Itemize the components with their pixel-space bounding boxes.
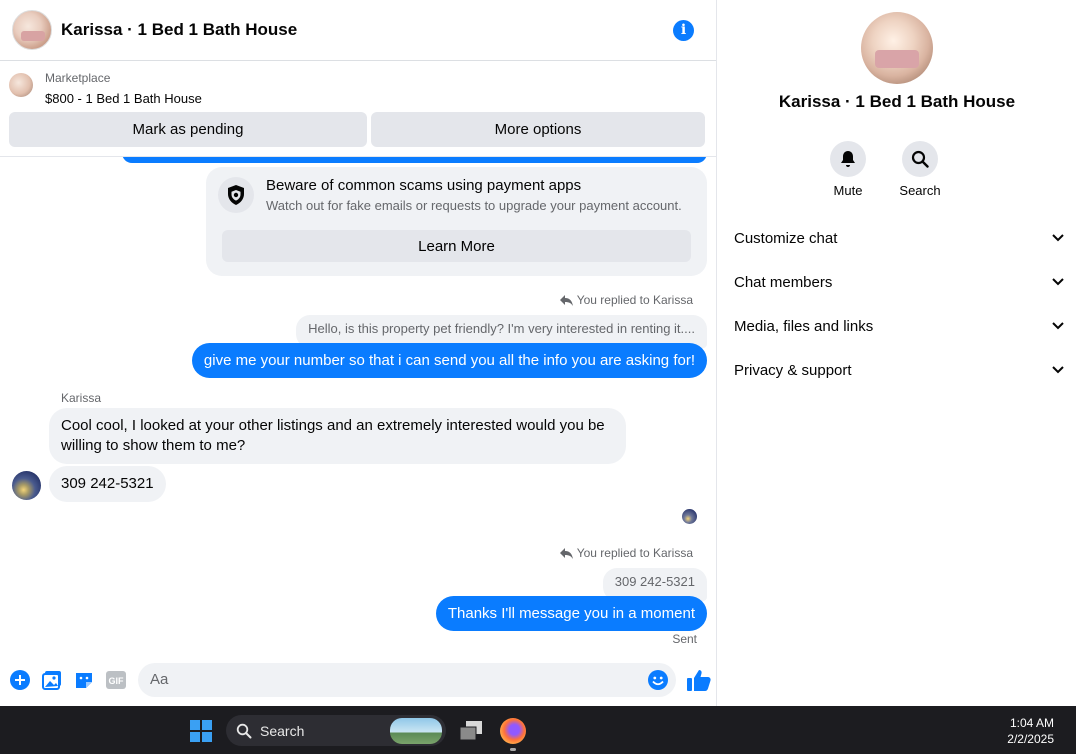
sticker-icon[interactable] xyxy=(73,669,95,691)
shield-icon xyxy=(218,177,254,213)
composer: GIF xyxy=(0,653,717,706)
sender-avatar[interactable] xyxy=(12,471,41,500)
active-app-indicator xyxy=(510,748,516,751)
info-sections: Customize chat Chat members Media, files… xyxy=(734,216,1064,392)
gif-icon[interactable]: GIF xyxy=(105,669,127,691)
listing-thumbnail[interactable] xyxy=(9,73,33,97)
task-view-icon[interactable] xyxy=(458,720,484,742)
section-label: Privacy & support xyxy=(734,361,852,379)
gif-label: GIF xyxy=(109,676,125,686)
outgoing-message[interactable]: give me your number so that i can send y… xyxy=(191,343,707,378)
plus-icon[interactable] xyxy=(9,669,31,691)
search-highlight-image xyxy=(390,718,442,744)
message-list[interactable]: Beware of common scams using payment app… xyxy=(0,157,717,653)
search-icon xyxy=(236,723,252,738)
reply-arrow-icon xyxy=(559,294,573,306)
outgoing-message[interactable]: Thanks I'll message you in a moment xyxy=(435,596,707,631)
message-input-box[interactable] xyxy=(138,662,676,697)
replied-label: You replied to Karissa xyxy=(576,293,693,307)
chat-panel: Karissa · 1 Bed 1 Bath House i Marketpla… xyxy=(0,0,717,706)
mute-button[interactable]: Mute xyxy=(830,141,866,198)
incoming-message[interactable]: Cool cool, I looked at your other listin… xyxy=(49,408,626,464)
info-icon[interactable]: i xyxy=(673,19,694,41)
taskbar-search-label: Search xyxy=(260,722,305,739)
message-status: Sent xyxy=(672,632,697,646)
firefox-icon[interactable] xyxy=(500,718,526,744)
bell-icon xyxy=(830,141,866,177)
sender-name: Karissa xyxy=(61,391,102,405)
chat-avatar[interactable] xyxy=(12,10,52,50)
section-privacy-support[interactable]: Privacy & support xyxy=(734,348,1064,392)
learn-more-button[interactable]: Learn More xyxy=(222,230,691,262)
search-label: Search xyxy=(899,183,941,198)
listing-title[interactable]: $800 - 1 Bed 1 Bath House xyxy=(45,90,202,108)
search-icon xyxy=(902,141,938,177)
windows-start-icon[interactable] xyxy=(190,720,212,742)
listing-source: Marketplace xyxy=(45,71,111,85)
mute-label: Mute xyxy=(833,183,863,198)
chevron-down-icon xyxy=(1052,322,1064,330)
system-clock[interactable]: 1:04 AM 2/2/2025 xyxy=(1007,715,1054,747)
profile-avatar[interactable] xyxy=(861,12,933,84)
chat-title[interactable]: Karissa · 1 Bed 1 Bath House xyxy=(61,20,673,40)
section-label: Chat members xyxy=(734,273,833,291)
section-label: Media, files and links xyxy=(734,317,874,335)
chat-header: Karissa · 1 Bed 1 Bath House i xyxy=(0,0,716,61)
message-input[interactable] xyxy=(150,671,648,688)
section-media-files-links[interactable]: Media, files and links xyxy=(734,304,1064,348)
scam-warning-subtitle: Watch out for fake emails or requests to… xyxy=(266,198,682,213)
replied-indicator: You replied to Karissa xyxy=(559,293,693,307)
chevron-down-icon xyxy=(1052,278,1064,286)
previous-message-bubble xyxy=(122,157,707,163)
more-options-button[interactable]: More options xyxy=(371,112,705,147)
panel-title[interactable]: Karissa · 1 Bed 1 Bath House xyxy=(718,92,1076,112)
clock-time: 1:04 AM xyxy=(1009,716,1054,730)
thumbs-up-icon[interactable] xyxy=(686,667,712,693)
replied-label: You replied to Karissa xyxy=(576,546,693,560)
section-chat-members[interactable]: Chat members xyxy=(734,260,1064,304)
taskbar: Search 1:04 AM 2/2/2025 xyxy=(0,706,1076,754)
replied-indicator: You replied to Karissa xyxy=(559,546,693,560)
scam-warning-title: Beware of common scams using payment app… xyxy=(266,177,582,194)
mark-as-pending-button[interactable]: Mark as pending xyxy=(9,112,367,147)
photo-icon[interactable] xyxy=(41,669,63,691)
chevron-down-icon xyxy=(1052,234,1064,242)
clock-date: 2/2/2025 xyxy=(1007,732,1054,746)
reply-arrow-icon xyxy=(559,547,573,559)
seen-avatar xyxy=(682,509,697,524)
conversation-info-panel: Karissa · 1 Bed 1 Bath House Mute Search… xyxy=(718,0,1076,706)
incoming-message[interactable]: 309 242-5321 xyxy=(49,466,166,502)
chevron-down-icon xyxy=(1052,366,1064,374)
section-label: Customize chat xyxy=(734,229,838,247)
taskbar-search[interactable]: Search xyxy=(226,715,446,746)
search-button[interactable]: Search xyxy=(899,141,941,198)
listing-banner: Marketplace $800 - 1 Bed 1 Bath House Ma… xyxy=(0,61,716,157)
section-customize-chat[interactable]: Customize chat xyxy=(734,216,1064,260)
scam-warning-card: Beware of common scams using payment app… xyxy=(206,167,707,276)
emoji-icon[interactable] xyxy=(648,669,668,690)
